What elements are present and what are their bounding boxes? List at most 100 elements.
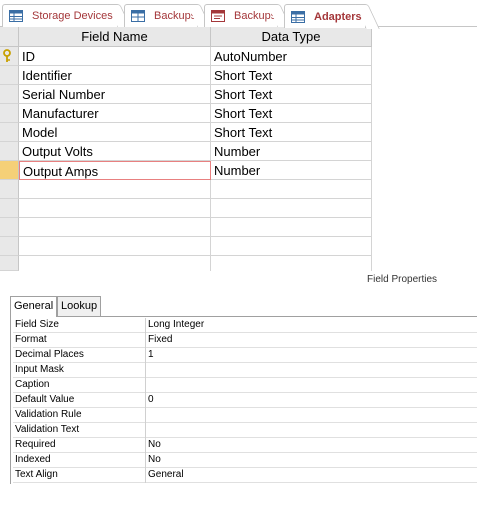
property-name: Validation Text: [14, 423, 146, 438]
row-selector[interactable]: [0, 123, 19, 142]
field-name-cell[interactable]: [19, 199, 211, 218]
data-type-cell[interactable]: [211, 199, 372, 218]
tab-backups-report[interactable]: Backups: [204, 4, 278, 27]
field-name-cell[interactable]: [19, 237, 211, 256]
table-row[interactable]: Serial Number Short Text: [0, 85, 372, 104]
field-name-cell-editing[interactable]: Output Amps: [19, 161, 211, 180]
row-selector[interactable]: [0, 256, 19, 271]
property-name: Text Align: [14, 468, 146, 483]
row-selector[interactable]: [0, 142, 19, 161]
field-properties-label: Field Properties: [367, 274, 438, 285]
property-value[interactable]: 0: [147, 393, 477, 408]
row-selector[interactable]: [0, 104, 19, 123]
table-row[interactable]: Identifier Short Text: [0, 66, 372, 85]
property-row-decimal-places[interactable]: Decimal Places 1: [13, 348, 477, 363]
data-type-cell[interactable]: Number: [211, 161, 372, 180]
field-name-cell[interactable]: Model: [19, 123, 211, 142]
row-selector[interactable]: [0, 237, 19, 256]
field-name-header[interactable]: Field Name: [19, 27, 211, 47]
row-selector[interactable]: [0, 47, 19, 66]
empty-row[interactable]: [0, 199, 372, 218]
tab-label: Backups: [234, 10, 277, 22]
table-row[interactable]: Model Short Text: [0, 123, 372, 142]
property-row-required[interactable]: Required No: [13, 438, 477, 453]
data-type-header[interactable]: Data Type: [211, 27, 372, 47]
data-type-cell[interactable]: Short Text: [211, 104, 372, 123]
tab-storage-devices[interactable]: Storage Devices: [2, 4, 118, 27]
data-type-cell[interactable]: Number: [211, 142, 372, 161]
data-type-cell[interactable]: [211, 218, 372, 237]
tab-label: Backups: [154, 10, 197, 22]
property-row-validation-text[interactable]: Validation Text: [13, 423, 477, 438]
document-tab-strip: Storage Devices Backups Backups Adapters: [0, 0, 477, 28]
selector-header: [0, 27, 19, 47]
row-selector[interactable]: [0, 85, 19, 104]
field-name-cell[interactable]: [19, 256, 211, 271]
field-name-cell[interactable]: [19, 218, 211, 237]
property-row-format[interactable]: Format Fixed: [13, 333, 477, 348]
empty-row[interactable]: [0, 237, 372, 256]
property-value[interactable]: No: [147, 453, 477, 468]
property-name: Default Value: [14, 393, 146, 408]
table-row[interactable]: Manufacturer Short Text: [0, 104, 372, 123]
property-value[interactable]: [147, 363, 477, 378]
data-type-cell[interactable]: AutoNumber: [211, 47, 372, 66]
property-row-input-mask[interactable]: Input Mask: [13, 363, 477, 378]
field-properties-grid: Field Size Long Integer Format Fixed Dec…: [10, 316, 477, 484]
field-name-cell[interactable]: ID: [19, 47, 211, 66]
table-icon: [9, 10, 23, 22]
table-row[interactable]: ID AutoNumber: [0, 47, 372, 66]
data-type-cell[interactable]: Short Text: [211, 66, 372, 85]
property-row-validation-rule[interactable]: Validation Rule: [13, 408, 477, 423]
property-name: Caption: [14, 378, 146, 393]
row-selector[interactable]: [0, 199, 19, 218]
property-name: Validation Rule: [14, 408, 146, 423]
row-selector[interactable]: [0, 66, 19, 85]
data-type-cell[interactable]: Short Text: [211, 123, 372, 142]
tab-backups-query[interactable]: Backups: [124, 4, 198, 27]
data-type-cell[interactable]: Short Text: [211, 85, 372, 104]
property-row-default-value[interactable]: Default Value 0: [13, 393, 477, 408]
row-selector[interactable]: [0, 180, 19, 199]
field-name-cell[interactable]: Serial Number: [19, 85, 211, 104]
property-value[interactable]: [147, 423, 477, 438]
property-name: Required: [14, 438, 146, 453]
empty-row[interactable]: [0, 180, 372, 199]
data-type-cell[interactable]: [211, 180, 372, 199]
property-row-text-align[interactable]: Text Align General: [13, 468, 477, 483]
primary-key-icon: [3, 49, 11, 62]
property-value[interactable]: 1: [147, 348, 477, 363]
query-icon: [131, 10, 145, 22]
tab-adapters[interactable]: Adapters: [284, 4, 366, 28]
field-name-cell[interactable]: [19, 180, 211, 199]
property-row-field-size[interactable]: Field Size Long Integer: [13, 318, 477, 333]
table-row[interactable]: Output Volts Number: [0, 142, 372, 161]
report-icon: [211, 10, 225, 22]
row-selector[interactable]: [0, 218, 19, 237]
tab-label: Storage Devices: [32, 10, 113, 22]
empty-row[interactable]: [0, 256, 372, 271]
empty-row[interactable]: [0, 218, 372, 237]
tab-lookup[interactable]: Lookup: [57, 296, 101, 316]
tab-label: Adapters: [314, 10, 362, 23]
tab-general[interactable]: General: [10, 296, 57, 317]
property-row-caption[interactable]: Caption: [13, 378, 477, 393]
property-value[interactable]: [147, 378, 477, 393]
property-value[interactable]: General: [147, 468, 477, 483]
property-value[interactable]: Fixed: [147, 333, 477, 348]
data-type-cell[interactable]: [211, 237, 372, 256]
property-value[interactable]: [147, 408, 477, 423]
row-selector-current[interactable]: [0, 161, 19, 180]
property-value[interactable]: No: [147, 438, 477, 453]
field-name-cell[interactable]: Manufacturer: [19, 104, 211, 123]
property-name: Indexed: [14, 453, 146, 468]
table-row-current[interactable]: Output Amps Number: [0, 161, 372, 180]
field-name-cell[interactable]: Output Volts: [19, 142, 211, 161]
property-row-indexed[interactable]: Indexed No: [13, 453, 477, 468]
property-name: Input Mask: [14, 363, 146, 378]
field-name-cell[interactable]: Identifier: [19, 66, 211, 85]
property-value[interactable]: Long Integer: [147, 318, 477, 333]
data-type-cell[interactable]: [211, 256, 372, 271]
property-name: Field Size: [14, 318, 146, 333]
table-design-grid: Field Name Data Type ID AutoNumber Ident…: [0, 27, 477, 271]
